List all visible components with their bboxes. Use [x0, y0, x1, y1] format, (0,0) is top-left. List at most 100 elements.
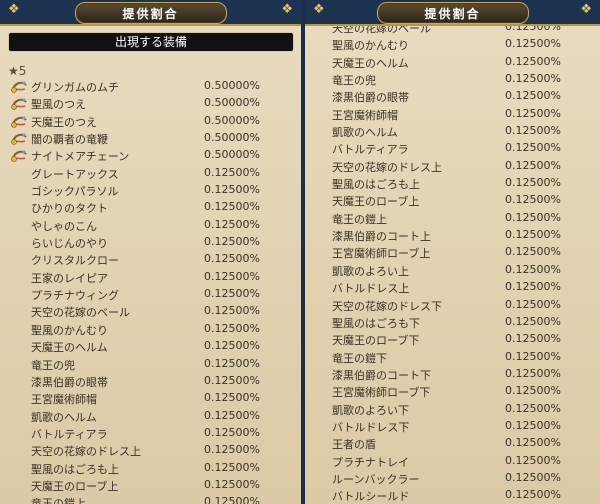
item-name: バトルティアラ	[332, 143, 409, 157]
list-item: ナイトメアチェーン 0.50000%	[0, 147, 301, 164]
item-name: 天魔王のヘルム	[31, 341, 108, 355]
item-rate: 0.12500%	[505, 89, 561, 103]
list-item: 天魔王のヘルム 0.12500%	[0, 338, 301, 355]
rarity-label: ★5	[8, 64, 27, 78]
item-rate: 0.12500%	[204, 200, 260, 214]
list-item: 漆黒伯爵の眼帯 0.12500%	[0, 373, 301, 390]
item-name: 天魔王のローブ上	[31, 479, 119, 493]
list-item: 王宮魔術師ローブ上 0.12500%	[305, 244, 600, 261]
item-rate: 0.12500%	[505, 72, 561, 86]
list-item: 王者の盾 0.12500%	[305, 435, 600, 452]
list-item: 竜王の兜 0.12500%	[0, 356, 301, 373]
item-rate: 0.12500%	[204, 460, 260, 474]
item-rate: 0.12500%	[505, 366, 561, 380]
rates-panel-left[interactable]: ❖ 提供割合 ❖ 出現する装備 ★5 グリンガムのムチ 0.50000% 聖風のつえ…	[0, 0, 301, 504]
whip-icon	[10, 79, 28, 94]
item-name: 凱歌のよろい上	[332, 264, 409, 278]
item-rate: 0.12500%	[505, 314, 561, 328]
list-item: 漆黒伯爵のコート下 0.12500%	[305, 366, 600, 383]
panel-header-bar: ❖ 提供割合 ❖	[305, 0, 600, 26]
item-rate: 0.12500%	[505, 176, 561, 190]
list-item: バトルドレス下 0.12500%	[305, 418, 600, 435]
list-item: やしゃのこん 0.12500%	[0, 217, 301, 234]
item-name: 王宮魔術師ローブ上	[332, 247, 431, 261]
list-item: らいじんのやり 0.12500%	[0, 234, 301, 251]
item-rate: 0.12500%	[204, 304, 260, 318]
whip-icon	[10, 114, 28, 129]
item-rate: 0.12500%	[204, 183, 260, 197]
list-item: ひかりのタクト 0.12500%	[0, 199, 301, 216]
item-name: プラチナトレイ	[332, 455, 409, 469]
item-rate: 0.12500%	[505, 262, 561, 276]
item-name: 天空の花嫁のドレス下	[332, 299, 442, 313]
item-rate: 0.12500%	[505, 193, 561, 207]
item-rate: 0.12500%	[204, 373, 260, 387]
fleur-ornament-icon: ❖	[313, 2, 325, 17]
item-name: やしゃのこん	[31, 219, 97, 233]
list-item: プラチナウィング 0.12500%	[0, 286, 301, 303]
whip-icon	[10, 131, 28, 146]
item-rate: 0.12500%	[505, 228, 561, 242]
list-item: 聖風のかんむり 0.12500%	[305, 36, 600, 53]
fleur-ornament-icon: ❖	[281, 2, 293, 17]
list-item: 天空の花嫁のドレス下 0.12500%	[305, 297, 600, 314]
panel-title-plate: 提供割合	[376, 2, 529, 24]
item-rate: 0.12500%	[204, 391, 260, 405]
item-rate: 0.50000%	[204, 113, 260, 127]
item-rate: 0.12500%	[505, 54, 561, 68]
item-rate: 0.50000%	[204, 79, 260, 92]
whip-icon	[10, 96, 28, 111]
item-name: バトルドレス上	[332, 282, 410, 296]
list-item: 聖風のはごろも上 0.12500%	[305, 175, 600, 192]
item-rate: 0.12500%	[204, 165, 260, 179]
list-item: 天魔王のローブ下 0.12500%	[305, 331, 600, 348]
item-name: 竜王の鎧上	[332, 212, 387, 226]
item-rate: 0.12500%	[505, 488, 561, 502]
item-name: プラチナウィング	[31, 289, 119, 303]
item-rate: 0.12500%	[204, 235, 260, 249]
list-item: 聖風のつえ 0.50000%	[0, 95, 301, 112]
list-item: 天魔王のヘルム 0.12500%	[305, 54, 600, 71]
item-rate: 0.12500%	[505, 245, 561, 259]
equipment-section-header: 出現する装備	[8, 32, 294, 52]
equipment-rate-list[interactable]: グリンガムのムチ 0.50000% 聖風のつえ 0.50000% 天魔王のつえ 0.500…	[0, 78, 301, 504]
item-rate: 0.12500%	[505, 470, 561, 484]
list-item: 聖風のはごろも下 0.12500%	[305, 314, 600, 331]
item-name: グリンガムのムチ	[31, 81, 119, 94]
list-item: 王宮魔術師帽 0.12500%	[0, 390, 301, 407]
item-name: 聖風のかんむり	[31, 323, 108, 337]
item-name: 王宮魔術師帽	[332, 108, 398, 122]
list-item: 凱歌のよろい下 0.12500%	[305, 401, 600, 418]
list-item: 聖風のはごろも上 0.12500%	[0, 460, 301, 477]
item-rate: 0.12500%	[505, 280, 561, 294]
item-name: 竜王の兜	[31, 358, 75, 372]
item-name: 聖風のかんむり	[332, 39, 409, 53]
list-item: 竜王の兜 0.12500%	[305, 71, 600, 88]
item-rate: 0.12500%	[204, 269, 260, 283]
item-name: 聖風のつえ	[31, 98, 86, 112]
list-item: バトルティアラ 0.12500%	[0, 425, 301, 442]
panel-title: 提供割合	[122, 6, 179, 21]
fleur-ornament-icon: ❖	[580, 2, 592, 17]
list-item: 天空の花嫁のドレス上 0.12500%	[0, 442, 301, 459]
rates-panel-right[interactable]: 天空の花嫁のベール 0.12500% 聖風のかんむり 0.12500% 天魔王のヘルム 0…	[305, 0, 600, 504]
list-item: 天魔王のつえ 0.50000%	[0, 113, 301, 130]
item-name: ひかりのタクト	[31, 202, 108, 216]
list-item: クリスタルクロー 0.12500%	[0, 251, 301, 268]
item-rate: 0.12500%	[204, 252, 260, 266]
item-rate: 0.12500%	[505, 453, 561, 467]
item-rate: 0.12500%	[505, 158, 561, 172]
equipment-rate-list[interactable]: 天空の花嫁のベール 0.12500% 聖風のかんむり 0.12500% 天魔王のヘルム 0…	[305, 19, 600, 504]
list-item: 凱歌のヘルム 0.12500%	[0, 408, 301, 425]
panel-title-plate: 提供割合	[74, 2, 227, 24]
list-item: 漆黒伯爵のコート上 0.12500%	[305, 227, 600, 244]
item-name: 王者の盾	[332, 438, 376, 452]
item-name: 凱歌のよろい下	[332, 403, 409, 417]
item-rate: 0.12500%	[505, 332, 561, 346]
item-name: ナイトメアチェーン	[31, 150, 130, 164]
item-name: 凱歌のヘルム	[332, 126, 398, 140]
item-rate: 0.12500%	[505, 106, 561, 120]
list-item: 王宮魔術師ローブ下 0.12500%	[305, 383, 600, 400]
item-name: 竜王の鎧下	[332, 351, 387, 365]
list-item: 天空の花嫁のドレス上 0.12500%	[305, 158, 600, 175]
